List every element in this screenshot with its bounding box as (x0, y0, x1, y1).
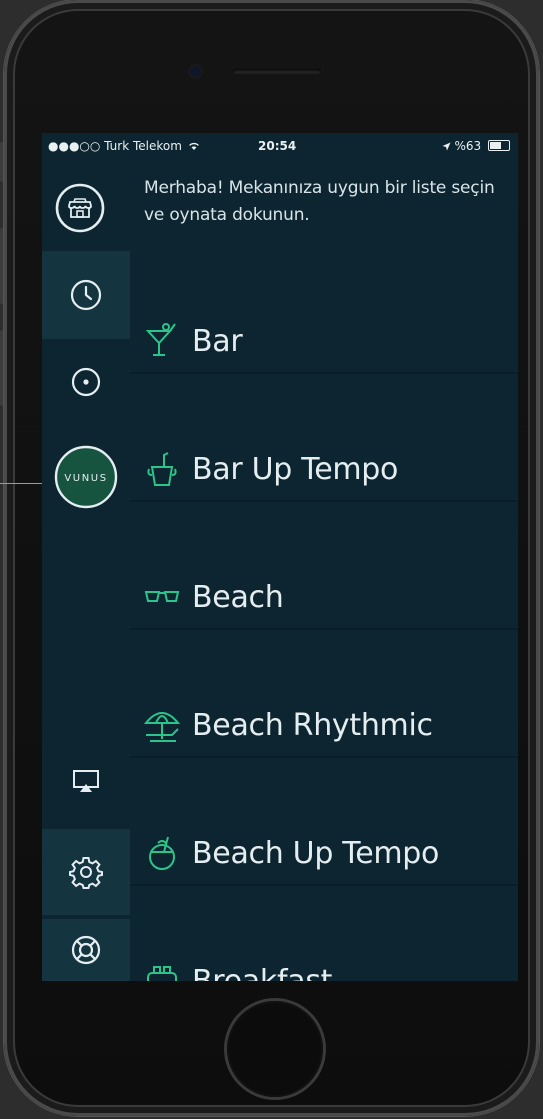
coconut-drink-icon (142, 833, 182, 873)
location-arrow-icon (442, 142, 451, 151)
champagne-bucket-icon (142, 449, 182, 489)
playlist-item-breakfast[interactable]: Breakfast (130, 918, 518, 981)
status-right: %63 (442, 139, 510, 153)
battery-icon (488, 140, 510, 151)
playlist-label: Beach (192, 579, 284, 615)
home-button[interactable] (227, 1001, 323, 1097)
recent-button[interactable] (42, 251, 130, 339)
compass-icon (71, 367, 101, 397)
store-icon (55, 183, 105, 233)
divider (130, 500, 518, 502)
divider (130, 628, 518, 630)
carrier-label: ●●●○○ Turk Telekom (48, 139, 200, 153)
greeting-text: Merhaba! Mekanınıza uygun bir liste seçi… (144, 178, 495, 225)
sunglasses-icon (142, 577, 182, 617)
vunus-button[interactable]: VUNUS (42, 429, 130, 525)
playlist-label: Breakfast (192, 963, 333, 982)
playlist-item-bar[interactable]: Bar (130, 278, 518, 404)
status-bar: ●●●○○ Turk Telekom 20:54 %63 (42, 133, 518, 161)
front-camera (190, 66, 201, 77)
battery-percent: %63 (454, 139, 482, 153)
playlist-item-beach-up-tempo[interactable]: Beach Up Tempo (130, 790, 518, 916)
divider (130, 756, 518, 758)
earpiece-speaker (233, 69, 321, 74)
divider (130, 884, 518, 886)
app-screen: ●●●○○ Turk Telekom 20:54 %63 VUNUS Merha… (42, 133, 518, 981)
cocktail-icon (142, 321, 182, 361)
gear-icon (69, 857, 103, 889)
store-button[interactable] (53, 181, 107, 235)
playlist-label: Beach Rhythmic (192, 707, 433, 743)
playlist-label: Beach Up Tempo (192, 835, 440, 871)
settings-button[interactable] (42, 829, 130, 915)
sidebar: VUNUS (42, 161, 130, 981)
playlist-item-beach-rhythmic[interactable]: Beach Rhythmic (130, 662, 518, 788)
clock-icon (70, 279, 102, 311)
wifi-icon (188, 142, 199, 150)
discover-button[interactable] (42, 341, 130, 423)
playlist-item-bar-up-tempo[interactable]: Bar Up Tempo (130, 406, 518, 532)
divider (130, 372, 518, 374)
toaster-icon (142, 961, 182, 981)
playlist-label: Bar (192, 323, 243, 359)
clock-time: 20:54 (258, 139, 297, 153)
lifebuoy-icon (71, 935, 101, 965)
beach-umbrella-icon (142, 705, 182, 745)
airplay-button[interactable] (42, 741, 130, 823)
vunus-logo: VUNUS (54, 445, 118, 509)
playlist-item-beach[interactable]: Beach (130, 534, 518, 660)
svg-text:VUNUS: VUNUS (64, 473, 107, 484)
playlist-label: Bar Up Tempo (192, 451, 399, 487)
airplay-icon (73, 770, 99, 792)
help-button[interactable] (42, 919, 130, 981)
